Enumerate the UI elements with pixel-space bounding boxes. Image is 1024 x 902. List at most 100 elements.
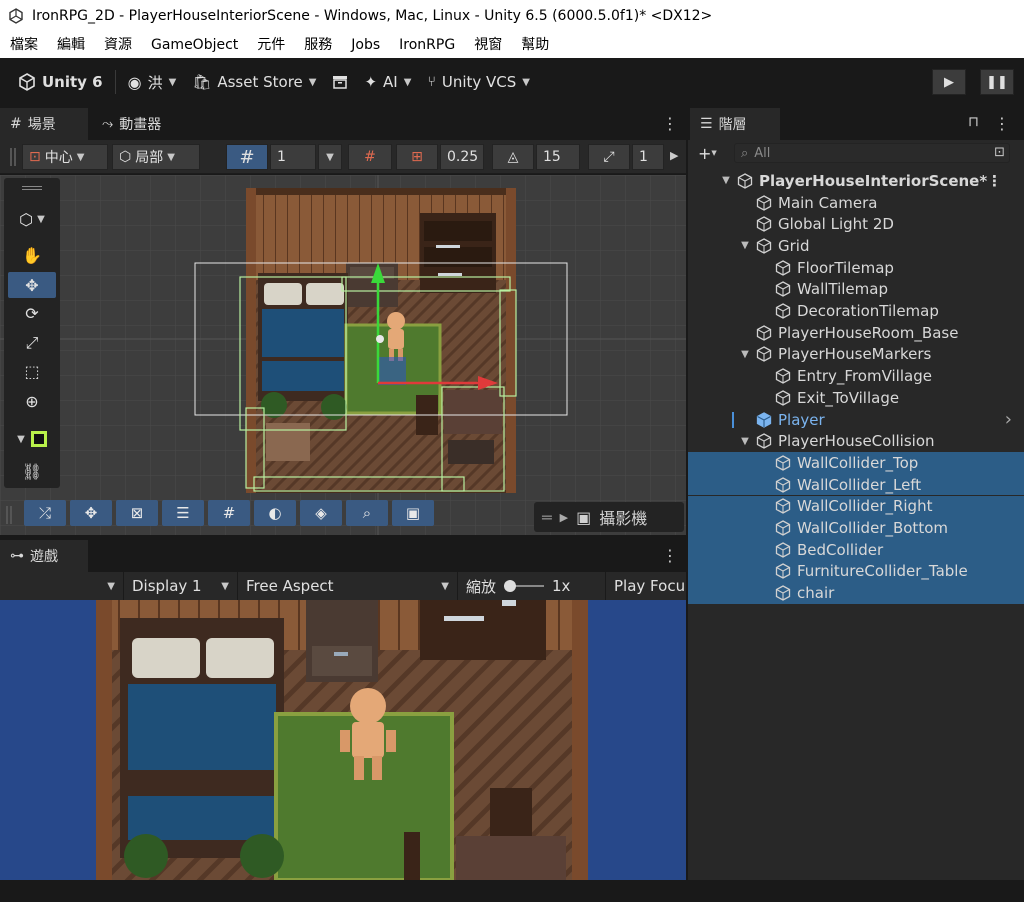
open-prefab-chevron-icon[interactable]: › — [1005, 409, 1012, 430]
scale-tool-button[interactable]: ⤢ — [8, 330, 56, 356]
overlay-drag-handle-icon[interactable] — [6, 506, 12, 524]
expand-arrow-icon[interactable]: ▼ — [739, 436, 751, 447]
menu-item[interactable]: 元件 — [247, 32, 294, 58]
expand-arrow-icon[interactable]: ▼ — [739, 240, 751, 251]
menu-item[interactable]: GameObject — [141, 32, 247, 58]
play-button[interactable]: ▶ — [932, 69, 966, 95]
overflow-arrow-icon[interactable]: ▶ — [670, 149, 678, 162]
hierarchy-row[interactable]: PlayerHouseRoom_Base — [688, 322, 1024, 344]
lock-icon[interactable]: ⊓ — [968, 114, 979, 130]
pause-button[interactable]: ❚❚ — [980, 69, 1014, 95]
hand-tool-button[interactable]: ✋ — [8, 242, 56, 268]
game-view-canvas[interactable] — [0, 600, 686, 880]
rect-tool-button[interactable]: ⬚ — [8, 358, 56, 384]
hierarchy-row[interactable]: chair — [688, 582, 1024, 604]
tab-hierarchy[interactable]: ☰ 階層 — [690, 108, 780, 140]
tab-scene[interactable]: # 場景 — [0, 108, 88, 140]
display-dropdown[interactable]: Display 1 ▼ — [124, 572, 238, 600]
menu-item[interactable]: 編輯 — [47, 32, 94, 58]
play-focus-dropdown[interactable]: Play Focu — [606, 572, 686, 600]
rotate-snap-toggle[interactable]: ◬ — [492, 144, 534, 170]
tab-game[interactable]: ⊶ 遊戲 — [0, 540, 88, 572]
scene-view-canvas[interactable] — [0, 175, 686, 535]
menu-item[interactable]: 服務 — [294, 32, 341, 58]
hierarchy-row[interactable]: Main Camera — [688, 192, 1024, 214]
view-options-dropdown[interactable]: ⬡ ▼ — [8, 206, 56, 232]
hierarchy-row[interactable]: Entry_FromVillage — [688, 365, 1024, 387]
menu-item[interactable]: Jobs — [341, 32, 389, 58]
menu-item[interactable]: 檔案 — [0, 32, 47, 58]
panel-menu-icon[interactable]: ⋮ — [662, 546, 678, 565]
account-dropdown[interactable]: ◉ 洪 ▼ — [120, 68, 185, 96]
hierarchy-row[interactable]: WallTilemap — [688, 279, 1024, 301]
panel-menu-icon[interactable]: ⋮ — [662, 114, 678, 133]
grid-snap-toggle[interactable]: # — [348, 144, 392, 170]
slider-thumb[interactable] — [504, 580, 517, 592]
overlay-button-align[interactable]: ☰ — [162, 500, 204, 526]
palette-drag-handle-icon[interactable] — [22, 186, 42, 190]
menu-item[interactable]: IronRPG — [389, 32, 464, 58]
search-filter-icon[interactable]: ⊡ — [994, 145, 1005, 160]
grid-size-field[interactable]: 1 — [270, 144, 316, 170]
toolbar-drag-handle-icon[interactable] — [10, 148, 16, 166]
hierarchy-row[interactable]: FloorTilemap — [688, 257, 1024, 279]
create-dropdown[interactable]: + ▼ — [698, 142, 726, 164]
scale-slider[interactable] — [504, 580, 545, 592]
menu-item[interactable]: 視窗 — [464, 32, 511, 58]
status-bar — [0, 880, 1024, 902]
package-manager-button[interactable] — [324, 68, 356, 96]
rotate-tool-button[interactable]: ⟳ — [8, 300, 56, 326]
hierarchy-row[interactable]: ▼ Grid — [688, 235, 1024, 257]
overlay-button-grid[interactable]: # — [208, 500, 250, 526]
tab-animator[interactable]: ⤳ 動畫器 — [92, 108, 171, 140]
increment-snap-toggle[interactable]: ⊞ — [396, 144, 438, 170]
overlay-button-layers[interactable]: ◈ — [300, 500, 342, 526]
aspect-dropdown[interactable]: Free Aspect ▼ — [238, 572, 458, 600]
scale-snap-toggle[interactable]: ⤢ — [588, 144, 630, 170]
hierarchy-row[interactable]: WallCollider_Right — [688, 495, 1024, 518]
overlay-button-shuffle[interactable]: ⤮ — [24, 500, 66, 526]
ai-dropdown[interactable]: ✦ AI ▼ — [356, 68, 419, 96]
camera-overlay-button[interactable]: ═ ▶ ▣ 攝影機 — [534, 502, 684, 532]
game-mode-dropdown[interactable]: ▼ — [0, 572, 124, 600]
bone-tool-button[interactable]: ⛓ — [8, 458, 56, 484]
overlay-button-search[interactable]: ⌕ — [346, 500, 388, 526]
unity-version-button[interactable]: Unity 6 — [10, 68, 111, 96]
hierarchy-row[interactable]: ▼ PlayerHouseMarkers — [688, 344, 1024, 366]
hierarchy-row[interactable]: Player › — [688, 409, 1024, 431]
grid-visibility-toggle[interactable]: # — [226, 144, 268, 170]
overlay-button-move[interactable]: ✥ — [70, 500, 112, 526]
transform-tool-button[interactable]: ⊕ — [8, 388, 56, 414]
scale-snap-field[interactable]: 1 — [632, 144, 664, 170]
scene-menu-icon[interactable]: ⋮ — [987, 172, 1002, 190]
menu-item[interactable]: 資源 — [94, 32, 141, 58]
pivot-mode-dropdown[interactable]: ⊡ 中心 ▼ — [22, 144, 108, 170]
panel-menu-icon[interactable]: ⋮ — [994, 114, 1010, 133]
grid-axis-dropdown[interactable]: ▼ — [318, 144, 342, 170]
expand-arrow-icon[interactable]: ▼ — [720, 175, 732, 186]
hierarchy-row[interactable]: WallCollider_Left — [688, 473, 1024, 496]
menu-item[interactable]: 幫助 — [511, 32, 558, 58]
overlay-button-camera[interactable]: ▣ — [392, 500, 434, 526]
move-tool-button[interactable]: ✥ — [8, 272, 56, 298]
move-snap-field[interactable]: 0.25 — [440, 144, 484, 170]
hierarchy-row[interactable]: BedCollider — [688, 538, 1024, 561]
hierarchy-search-input[interactable]: ⌕ All ⊡ — [734, 143, 1010, 163]
overlay-button-snap[interactable]: ⊠ — [116, 500, 158, 526]
hierarchy-row[interactable]: Global Light 2D — [688, 213, 1024, 235]
custom-tool-dropdown[interactable]: ▼ — [8, 426, 56, 452]
hierarchy-scene-row[interactable]: ▼ PlayerHouseInteriorScene* ⋮ — [688, 170, 1024, 192]
display-label: Display 1 — [132, 577, 202, 595]
asset-store-dropdown[interactable]: 🛍 Asset Store ▼ — [184, 68, 324, 96]
hierarchy-row[interactable]: DecorationTilemap — [688, 300, 1024, 322]
vcs-dropdown[interactable]: ⑂ Unity VCS ▼ — [419, 68, 538, 96]
hierarchy-row[interactable]: FurnitureCollider_Table — [688, 560, 1024, 583]
expand-arrow-icon[interactable]: ▼ — [739, 349, 751, 360]
pivot-space-dropdown[interactable]: ⬡ 局部 ▼ — [112, 144, 200, 170]
hierarchy-row[interactable]: WallCollider_Top — [688, 452, 1024, 474]
hierarchy-row[interactable]: Exit_ToVillage — [688, 387, 1024, 409]
rotate-snap-field[interactable]: 15 — [536, 144, 580, 170]
hierarchy-row[interactable]: WallCollider_Bottom — [688, 517, 1024, 539]
hierarchy-row[interactable]: ▼ PlayerHouseCollision — [688, 430, 1024, 452]
overlay-button-light[interactable]: ◐ — [254, 500, 296, 526]
